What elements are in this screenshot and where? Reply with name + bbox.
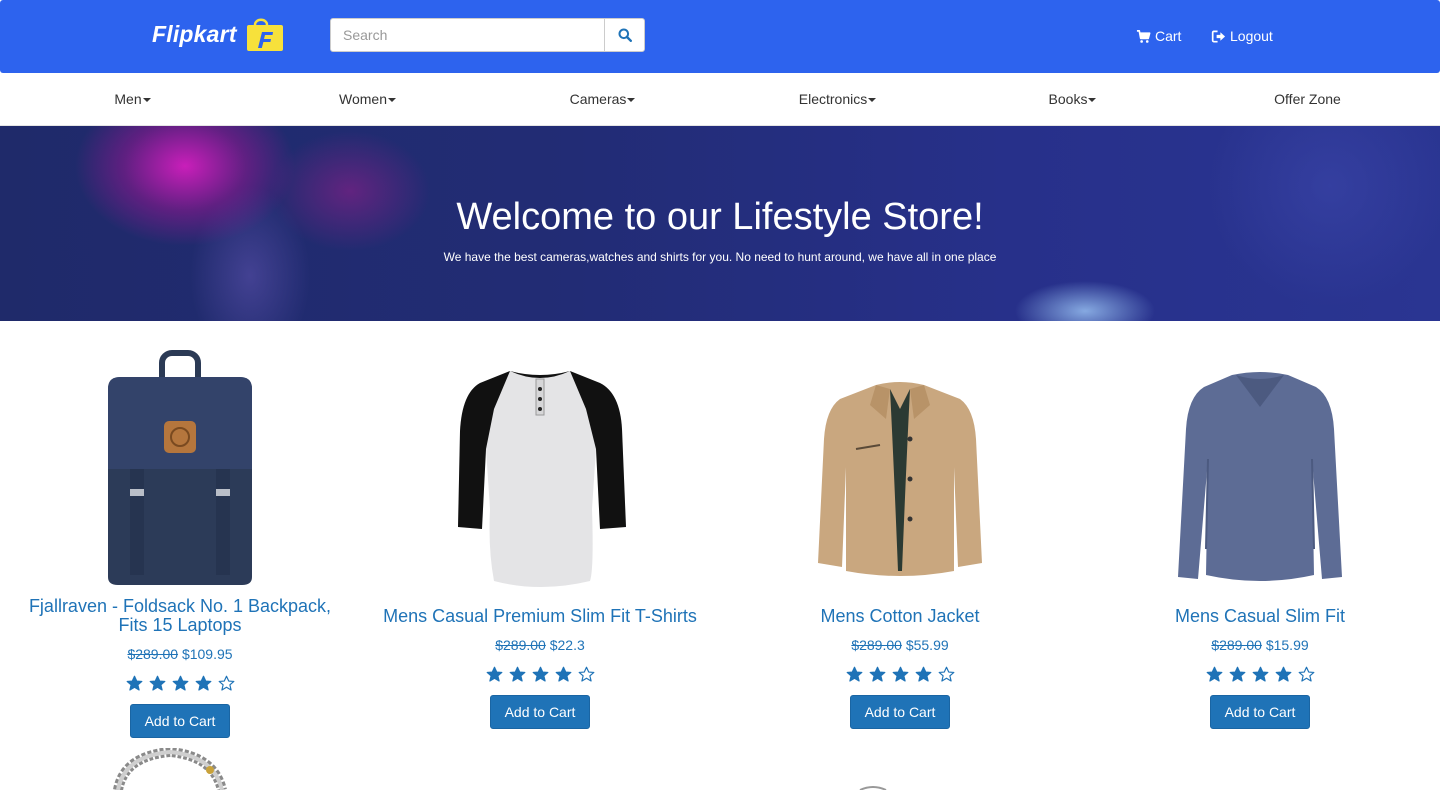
old-price: $289.00 <box>495 637 546 653</box>
product-card: Mens Cotton Jacket $289.00 $55.99 Add to… <box>720 345 1080 740</box>
product-card: Mens Casual Slim Fit $289.00 $15.99 Add … <box>1080 345 1440 740</box>
product-card: Mens Casual Premium Slim Fit T-Shirts $2… <box>360 345 720 740</box>
product-price: $289.00 $15.99 <box>1080 637 1440 653</box>
logout-label: Logout <box>1230 28 1273 44</box>
search-button[interactable] <box>604 18 645 52</box>
product-price: $289.00 $109.95 <box>0 646 360 662</box>
add-to-cart-button[interactable]: Add to Cart <box>490 695 590 729</box>
star-filled-icon <box>1229 666 1245 682</box>
shopping-bag-logo-icon <box>246 18 283 51</box>
star-empty-icon <box>578 666 594 682</box>
product-title[interactable]: Mens Casual Slim Fit <box>1100 607 1420 626</box>
search-icon <box>618 28 632 42</box>
banner-subtitle: We have the best cameras,watches and shi… <box>443 250 997 264</box>
star-filled-icon <box>869 666 885 682</box>
star-filled-icon <box>555 666 571 682</box>
banner-title: Welcome to our Lifestyle Store! <box>456 196 984 238</box>
cart-label: Cart <box>1155 28 1182 44</box>
caret-down-icon <box>387 98 396 103</box>
star-empty-icon <box>218 675 234 691</box>
search-input[interactable] <box>330 18 605 52</box>
rating-stars <box>1080 666 1440 683</box>
product-price: $289.00 $55.99 <box>720 637 1080 653</box>
logout-icon <box>1211 30 1226 42</box>
cart-icon <box>1136 29 1151 43</box>
star-filled-icon <box>846 666 862 682</box>
product-title[interactable]: Mens Casual Premium Slim Fit T-Shirts <box>380 607 700 626</box>
star-filled-icon <box>1252 666 1268 682</box>
sweater-image <box>1178 372 1342 581</box>
star-filled-icon <box>1275 666 1291 682</box>
star-filled-icon <box>1206 666 1222 682</box>
nav-item-label: Men <box>114 91 142 107</box>
star-filled-icon <box>509 666 525 682</box>
logout-link[interactable]: Logout <box>1211 28 1273 44</box>
rating-stars <box>360 666 720 683</box>
star-filled-icon <box>532 666 548 682</box>
caret-down-icon <box>142 98 151 103</box>
caret-down-icon <box>868 98 877 103</box>
top-header: Flipkart Cart Logout <box>0 0 1440 73</box>
nav-item-label: Cameras <box>569 91 627 107</box>
current-price: $15.99 <box>1265 637 1309 653</box>
nav-item-men[interactable]: Men <box>15 91 250 107</box>
old-price: $289.00 <box>127 646 179 662</box>
bracelet-image-partial <box>113 748 227 790</box>
product-card: Fjallraven - Foldsack No. 1 Backpack, Fi… <box>0 345 360 740</box>
nav-item-books[interactable]: Books <box>955 91 1190 107</box>
add-to-cart-button[interactable]: Add to Cart <box>130 704 230 738</box>
star-filled-icon <box>486 666 502 682</box>
nav-item-label: Electronics <box>798 91 868 107</box>
star-empty-icon <box>1298 666 1314 682</box>
caret-down-icon <box>627 98 636 103</box>
flipkart-logo[interactable]: Flipkart <box>152 17 285 52</box>
product-title[interactable]: Fjallraven - Foldsack No. 1 Backpack, Fi… <box>20 597 340 635</box>
nav-item-offer-zone[interactable]: Offer Zone <box>1190 91 1425 107</box>
add-to-cart-button[interactable]: Add to Cart <box>850 695 950 729</box>
category-nav: Men Women Cameras Electronics Books Offe… <box>0 73 1440 126</box>
nav-item-electronics[interactable]: Electronics <box>720 91 955 107</box>
old-price: $289.00 <box>1211 637 1262 653</box>
current-price: $22.3 <box>549 637 585 653</box>
nav-item-label: Women <box>339 91 387 107</box>
jacket-image <box>818 382 982 576</box>
logo-text: Flipkart <box>152 21 237 47</box>
nav-item-label: Books <box>1048 91 1088 107</box>
star-filled-icon <box>892 666 908 682</box>
nav-item-women[interactable]: Women <box>250 91 485 107</box>
old-price: $289.00 <box>851 637 902 653</box>
product-price: $289.00 $22.3 <box>360 637 720 653</box>
star-filled-icon <box>172 675 188 691</box>
nav-item-cameras[interactable]: Cameras <box>485 91 720 107</box>
current-price: $109.95 <box>181 646 233 662</box>
caret-down-icon <box>1088 98 1097 103</box>
cart-link[interactable]: Cart <box>1136 28 1181 44</box>
add-to-cart-button[interactable]: Add to Cart <box>1210 695 1310 729</box>
star-filled-icon <box>195 675 211 691</box>
star-empty-icon <box>938 666 954 682</box>
rating-stars <box>0 675 360 692</box>
nav-item-label: Offer Zone <box>1274 91 1341 107</box>
backpack-image <box>108 350 252 585</box>
star-filled-icon <box>915 666 931 682</box>
tshirt-image <box>458 371 626 587</box>
star-filled-icon <box>126 675 142 691</box>
product-title[interactable]: Mens Cotton Jacket <box>740 607 1060 626</box>
current-price: $55.99 <box>905 637 949 653</box>
rating-stars <box>720 666 1080 683</box>
hero-banner: Welcome to our Lifestyle Store! We have … <box>0 126 1440 321</box>
product-image-partial <box>859 786 887 790</box>
star-filled-icon <box>149 675 165 691</box>
